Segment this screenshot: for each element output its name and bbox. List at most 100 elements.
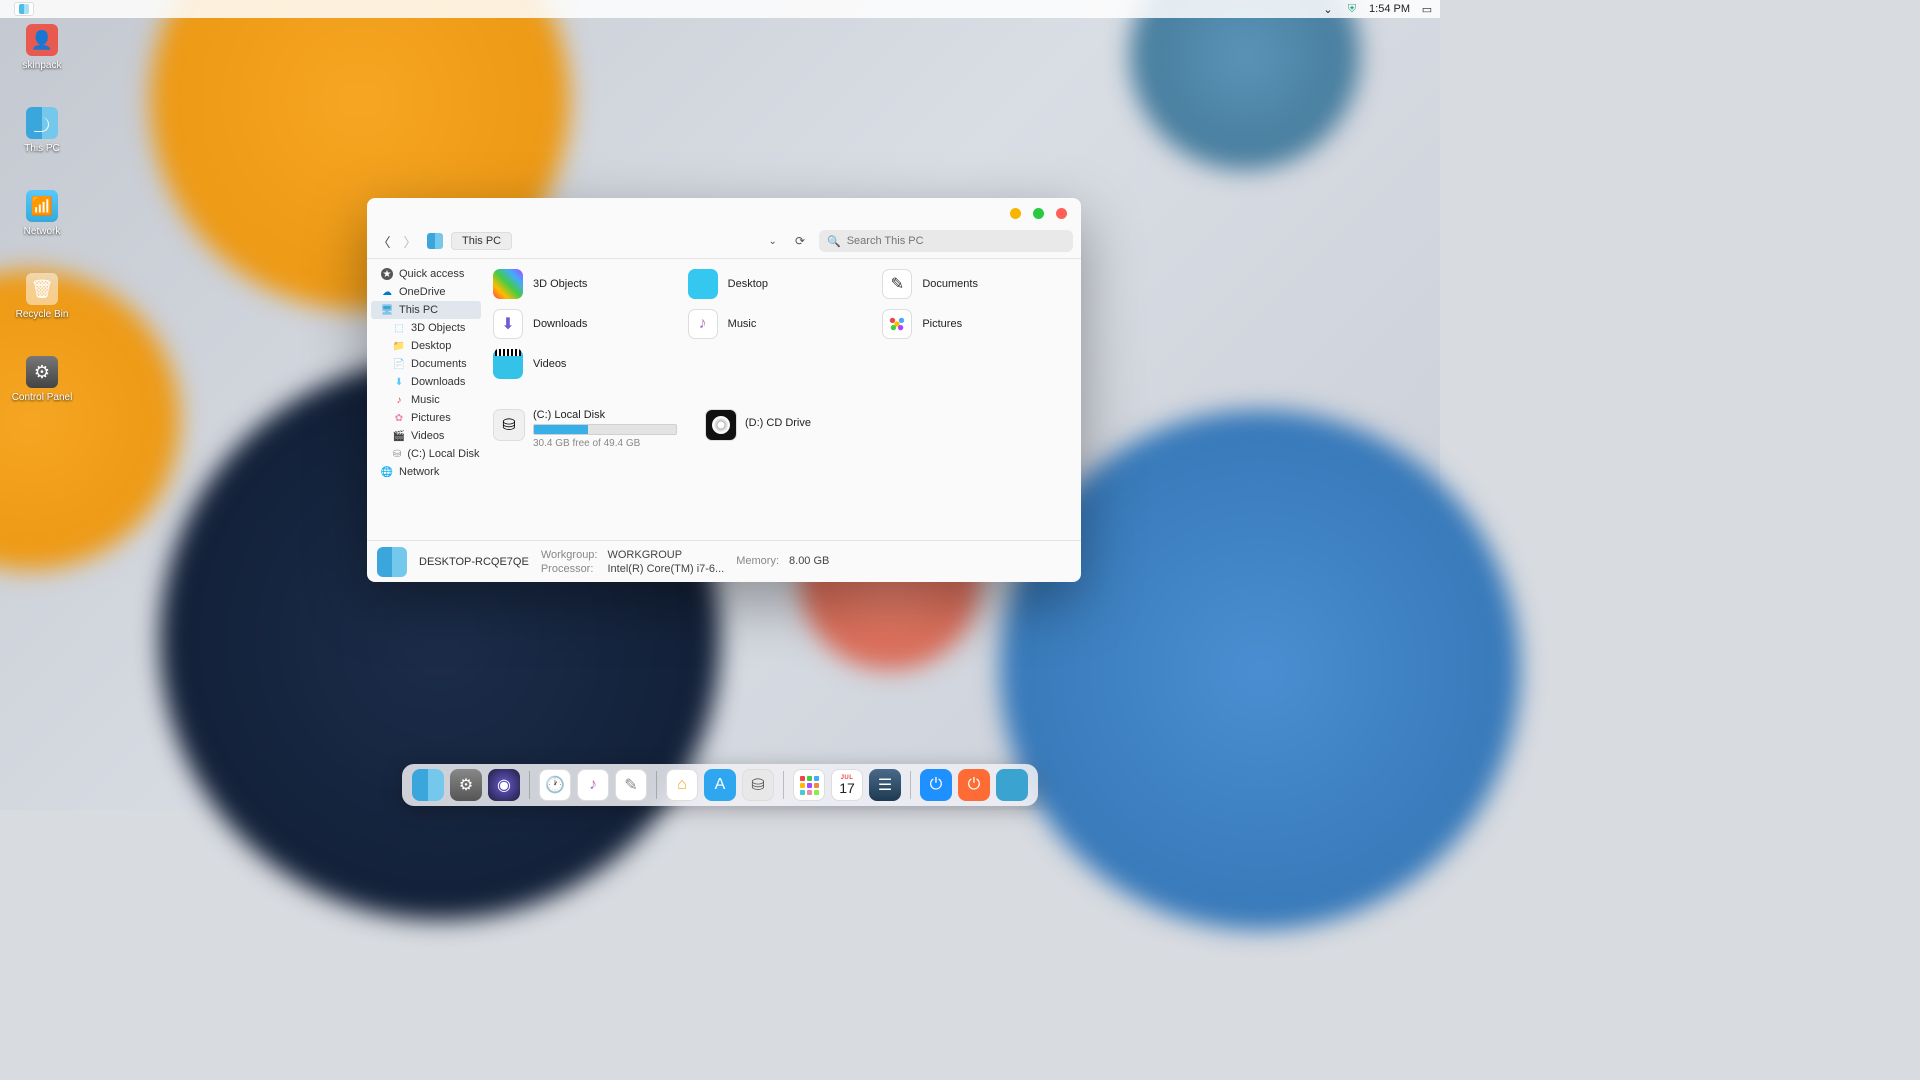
desktop-icons: 👤 skinpack This PC 📶 Network 🗑 Recycle B… xyxy=(2,24,82,439)
desktop-icon-recycle-bin[interactable]: 🗑 Recycle Bin xyxy=(2,273,82,320)
dock-finder[interactable] xyxy=(412,769,444,801)
dock-app-store[interactable]: A xyxy=(704,769,736,801)
dock-mission-control[interactable]: ☰ xyxy=(869,769,901,801)
hard-disk-icon: ⛁ xyxy=(493,409,525,441)
sidebar-item-local-disk[interactable]: ⛁(C:) Local Disk xyxy=(371,445,481,463)
dock-app-teal[interactable] xyxy=(996,769,1028,801)
taskbar-finder-tab[interactable] xyxy=(14,2,34,16)
history-dropdown-button[interactable]: ⌄ xyxy=(765,236,781,247)
dock-home[interactable]: ⌂ xyxy=(666,769,698,801)
back-button[interactable]: 〈 xyxy=(375,232,393,251)
folder-music[interactable]: ♪Music xyxy=(688,309,879,339)
desktop-folder-icon xyxy=(688,269,718,299)
documents-icon: ✎ xyxy=(882,269,912,299)
computer-name: DESKTOP-RCQE7QE xyxy=(419,556,529,568)
cd-drive-icon xyxy=(705,409,737,441)
dock-launchpad[interactable] xyxy=(793,769,825,801)
sidebar-item-downloads[interactable]: ⬇Downloads xyxy=(371,373,481,391)
drive-c[interactable]: ⛁ (C:) Local Disk 30.4 GB free of 49.4 G… xyxy=(493,409,677,449)
dock-bootcamp[interactable]: ⛁ xyxy=(742,769,774,801)
pictures-folder-icon xyxy=(882,309,912,339)
titlebar[interactable] xyxy=(367,198,1081,228)
search-icon: 🔍 xyxy=(827,235,841,248)
dock-app-power[interactable]: ⏻ xyxy=(920,769,952,801)
sidebar-item-this-pc[interactable]: 🖥This PC xyxy=(371,301,481,319)
search-input[interactable] xyxy=(847,235,1065,247)
refresh-button[interactable]: ⟳ xyxy=(789,234,811,248)
pictures-icon: ✿ xyxy=(393,412,405,424)
dock-separator xyxy=(656,771,657,799)
desktop-icon-control-panel[interactable]: ⚙ Control Panel xyxy=(2,356,82,403)
network-icon: 📶 xyxy=(26,190,58,222)
notifications-icon[interactable]: ▭ xyxy=(1420,2,1434,16)
content-pane: 3D Objects Desktop ✎Documents ⬇Downloads… xyxy=(485,259,1081,540)
gear-icon: ⚙ xyxy=(26,356,58,388)
status-bar: DESKTOP-RCQE7QE Workgroup:WORKGROUP Proc… xyxy=(367,540,1081,582)
close-button[interactable] xyxy=(1056,208,1067,219)
folder-pictures[interactable]: Pictures xyxy=(882,309,1073,339)
maximize-button[interactable] xyxy=(1033,208,1044,219)
dock-app-orange[interactable]: ⏻ xyxy=(958,769,990,801)
explorer-window: 〈 〉 This PC ⌄ ⟳ 🔍 ★Quick access ☁OneDriv… xyxy=(367,198,1081,582)
trash-icon: 🗑 xyxy=(26,273,58,305)
sidebar-item-music[interactable]: ♪Music xyxy=(371,391,481,409)
desktop-icon-network[interactable]: 📶 Network xyxy=(2,190,82,237)
finder-icon xyxy=(427,233,443,249)
forward-button[interactable]: 〉 xyxy=(401,232,419,251)
dock-separator xyxy=(783,771,784,799)
search-box[interactable]: 🔍 xyxy=(819,230,1073,252)
toolbar: 〈 〉 This PC ⌄ ⟳ 🔍 xyxy=(367,228,1081,258)
dock-clock[interactable]: 🕐 xyxy=(539,769,571,801)
download-icon: ⬇ xyxy=(393,376,405,388)
dock-notes[interactable]: ✎ xyxy=(615,769,647,801)
document-icon: 📄 xyxy=(393,358,405,370)
music-icon: ♪ xyxy=(393,394,405,406)
folder-3d-objects[interactable]: 3D Objects xyxy=(493,269,684,299)
chevron-down-icon[interactable]: ⌄ xyxy=(1321,2,1335,16)
user-icon: 👤 xyxy=(26,24,58,56)
star-icon: ★ xyxy=(381,268,393,280)
folder-documents[interactable]: ✎Documents xyxy=(882,269,1073,299)
globe-icon: 🌐 xyxy=(381,466,393,478)
sidebar-item-network[interactable]: 🌐Network xyxy=(371,463,481,481)
pc-icon: 🖥 xyxy=(381,304,393,316)
sidebar-item-documents[interactable]: 📄Documents xyxy=(371,355,481,373)
dock: ⚙ ◉ 🕐 ♪ ✎ ⌂ A ⛁ JUL17 ☰ ⏻ ⏻ xyxy=(402,764,1038,806)
folder-downloads[interactable]: ⬇Downloads xyxy=(493,309,684,339)
dock-calendar[interactable]: JUL17 xyxy=(831,769,863,801)
sidebar-item-quick-access[interactable]: ★Quick access xyxy=(371,265,481,283)
downloads-icon: ⬇ xyxy=(493,309,523,339)
cloud-icon: ☁ xyxy=(381,286,393,298)
folder-videos[interactable]: Videos xyxy=(493,349,684,379)
dock-separator xyxy=(529,771,530,799)
sidebar-item-desktop[interactable]: 📁Desktop xyxy=(371,337,481,355)
clock[interactable]: 1:54 PM xyxy=(1369,3,1410,15)
cube-icon: ⬚ xyxy=(393,322,405,334)
menubar: ⌄ ⛨ 1:54 PM ▭ xyxy=(0,0,1440,18)
drive-d[interactable]: (D:) CD Drive xyxy=(705,409,811,449)
tray-shield-icon[interactable]: ⛨ xyxy=(1345,2,1359,16)
dock-settings[interactable]: ⚙ xyxy=(450,769,482,801)
drive-capacity-bar xyxy=(533,424,677,435)
minimize-button[interactable] xyxy=(1010,208,1021,219)
music-folder-icon: ♪ xyxy=(688,309,718,339)
3d-objects-icon xyxy=(493,269,523,299)
disk-icon: ⛁ xyxy=(393,448,401,460)
sidebar-item-pictures[interactable]: ✿Pictures xyxy=(371,409,481,427)
sidebar-item-3d-objects[interactable]: ⬚3D Objects xyxy=(371,319,481,337)
dock-separator xyxy=(910,771,911,799)
computer-icon xyxy=(377,547,407,577)
sidebar: ★Quick access ☁OneDrive 🖥This PC ⬚3D Obj… xyxy=(367,259,485,540)
breadcrumb[interactable]: This PC xyxy=(451,232,512,250)
dock-siri[interactable]: ◉ xyxy=(488,769,520,801)
video-icon: 🎬 xyxy=(393,430,405,442)
finder-icon xyxy=(26,107,58,139)
folder-icon: 📁 xyxy=(393,340,405,352)
sidebar-item-onedrive[interactable]: ☁OneDrive xyxy=(371,283,481,301)
desktop-icon-skinpack[interactable]: 👤 skinpack xyxy=(2,24,82,71)
dock-music[interactable]: ♪ xyxy=(577,769,609,801)
videos-folder-icon xyxy=(493,349,523,379)
desktop-icon-this-pc[interactable]: This PC xyxy=(2,107,82,154)
folder-desktop[interactable]: Desktop xyxy=(688,269,879,299)
sidebar-item-videos[interactable]: 🎬Videos xyxy=(371,427,481,445)
